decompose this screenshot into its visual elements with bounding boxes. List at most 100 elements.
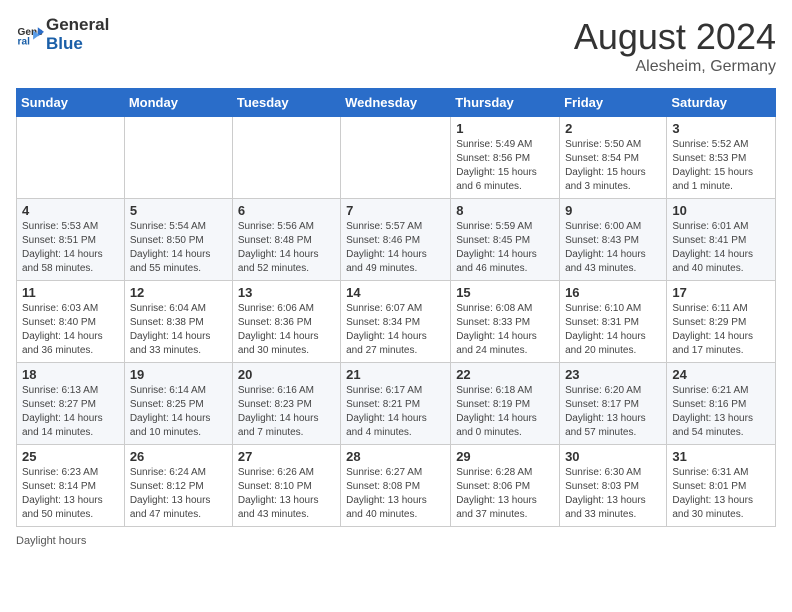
day-number: 17 <box>672 285 770 300</box>
day-number: 16 <box>565 285 661 300</box>
calendar-cell: 23 Sunrise: 6:20 AMSunset: 8:17 PMDayligh… <box>560 363 667 445</box>
calendar-week-row: 18Sunrise: 6:13 AMSunset: 8:27 PMDayligh… <box>17 363 776 445</box>
day-info: Sunrise: 5:56 AMSunset: 8:48 PMDaylight:… <box>238 220 335 276</box>
calendar-cell: 2Sunrise: 5:50 AMSunset: 8:54 PMDaylight… <box>560 117 667 199</box>
day-info: Sunrise: 6:28 AMSunset: 8:06 PMDaylight:… <box>456 466 554 522</box>
day-number: 25 <box>22 449 119 464</box>
day-number: 3 <box>672 121 770 136</box>
day-number: 29 <box>456 449 554 464</box>
day-info: Sunrise: 6:24 AMSunset: 8:12 PMDaylight:… <box>130 466 227 522</box>
calendar-table: SundayMondayTuesdayWednesdayThursdayFrid… <box>16 88 776 527</box>
calendar-cell: 5 Sunrise: 5:54 AMSunset: 8:50 PMDaylight… <box>124 199 232 281</box>
day-info: Sunrise: 6:17 AMSunset: 8:21 PMDaylight:… <box>346 384 445 440</box>
day-info: Sunrise: 6:07 AMSunset: 8:34 PMDaylight:… <box>346 302 445 358</box>
calendar-header-row: SundayMondayTuesdayWednesdayThursdayFrid… <box>17 89 776 117</box>
day-number: 9 <box>565 203 661 218</box>
day-number: 8 <box>456 203 554 218</box>
calendar-cell: 6 Sunrise: 5:56 AMSunset: 8:48 PMDaylight… <box>232 199 340 281</box>
calendar-cell: 11 Sunrise: 6:03 AMSunset: 8:40 PMDayligh… <box>17 281 125 363</box>
calendar-cell: 27 Sunrise: 6:26 AMSunset: 8:10 PMDayligh… <box>232 445 340 527</box>
calendar-day-header: Monday <box>124 89 232 117</box>
calendar-week-row: 4 Sunrise: 5:53 AMSunset: 8:51 PMDaylight… <box>17 199 776 281</box>
calendar-day-header: Tuesday <box>232 89 340 117</box>
calendar-cell: 3 Sunrise: 5:52 AMSunset: 8:53 PMDaylight… <box>667 117 776 199</box>
day-info: Sunrise: 6:03 AMSunset: 8:40 PMDaylight:… <box>22 302 119 358</box>
day-info: Sunrise: 6:10 AMSunset: 8:31 PMDaylight:… <box>565 302 661 358</box>
day-info: Sunrise: 5:53 AMSunset: 8:51 PMDaylight:… <box>22 220 119 276</box>
calendar-cell: 18Sunrise: 6:13 AMSunset: 8:27 PMDayligh… <box>17 363 125 445</box>
day-number: 15 <box>456 285 554 300</box>
day-number: 6 <box>238 203 335 218</box>
calendar-cell: 30 Sunrise: 6:30 AMSunset: 8:03 PMDayligh… <box>560 445 667 527</box>
calendar-cell: 10 Sunrise: 6:01 AMSunset: 8:41 PMDayligh… <box>667 199 776 281</box>
title-block: August 2024 Alesheim, Germany <box>574 16 776 76</box>
calendar-cell: 8Sunrise: 5:59 AMSunset: 8:45 PMDaylight… <box>451 199 560 281</box>
location: Alesheim, Germany <box>574 58 776 76</box>
day-number: 5 <box>130 203 227 218</box>
day-number: 2 <box>565 121 661 136</box>
day-number: 21 <box>346 367 445 382</box>
day-number: 4 <box>22 203 119 218</box>
day-info: Sunrise: 5:52 AMSunset: 8:53 PMDaylight:… <box>672 138 770 194</box>
calendar-week-row: 11 Sunrise: 6:03 AMSunset: 8:40 PMDayligh… <box>17 281 776 363</box>
day-info: Sunrise: 6:20 AMSunset: 8:17 PMDaylight:… <box>565 384 661 440</box>
day-number: 28 <box>346 449 445 464</box>
calendar-cell: 7Sunrise: 5:57 AMSunset: 8:46 PMDaylight… <box>341 199 451 281</box>
logo-icon: Gene ral <box>16 21 44 49</box>
day-info: Sunrise: 6:18 AMSunset: 8:19 PMDaylight:… <box>456 384 554 440</box>
calendar-cell: 26 Sunrise: 6:24 AMSunset: 8:12 PMDayligh… <box>124 445 232 527</box>
day-info: Sunrise: 6:08 AMSunset: 8:33 PMDaylight:… <box>456 302 554 358</box>
day-number: 24 <box>672 367 770 382</box>
day-info: Sunrise: 5:54 AMSunset: 8:50 PMDaylight:… <box>130 220 227 276</box>
calendar-cell <box>232 117 340 199</box>
day-info: Sunrise: 6:21 AMSunset: 8:16 PMDaylight:… <box>672 384 770 440</box>
calendar-day-header: Friday <box>560 89 667 117</box>
calendar-cell: 19 Sunrise: 6:14 AMSunset: 8:25 PMDayligh… <box>124 363 232 445</box>
day-number: 26 <box>130 449 227 464</box>
day-number: 31 <box>672 449 770 464</box>
day-info: Sunrise: 6:11 AMSunset: 8:29 PMDaylight:… <box>672 302 770 358</box>
calendar-cell: 24 Sunrise: 6:21 AMSunset: 8:16 PMDayligh… <box>667 363 776 445</box>
day-number: 12 <box>130 285 227 300</box>
calendar-cell: 16 Sunrise: 6:10 AMSunset: 8:31 PMDayligh… <box>560 281 667 363</box>
calendar-cell: 14Sunrise: 6:07 AMSunset: 8:34 PMDayligh… <box>341 281 451 363</box>
calendar-cell: 22 Sunrise: 6:18 AMSunset: 8:19 PMDayligh… <box>451 363 560 445</box>
day-number: 23 <box>565 367 661 382</box>
svg-text:ral: ral <box>18 36 31 47</box>
day-info: Sunrise: 6:01 AMSunset: 8:41 PMDaylight:… <box>672 220 770 276</box>
calendar-day-header: Sunday <box>17 89 125 117</box>
day-info: Sunrise: 6:00 AMSunset: 8:43 PMDaylight:… <box>565 220 661 276</box>
calendar-cell: 9 Sunrise: 6:00 AMSunset: 8:43 PMDaylight… <box>560 199 667 281</box>
calendar-day-header: Wednesday <box>341 89 451 117</box>
calendar-cell: 17 Sunrise: 6:11 AMSunset: 8:29 PMDayligh… <box>667 281 776 363</box>
calendar-week-row: 1Sunrise: 5:49 AMSunset: 8:56 PMDaylight… <box>17 117 776 199</box>
day-info: Sunrise: 6:16 AMSunset: 8:23 PMDaylight:… <box>238 384 335 440</box>
calendar-cell: 13 Sunrise: 6:06 AMSunset: 8:36 PMDayligh… <box>232 281 340 363</box>
day-info: Sunrise: 6:30 AMSunset: 8:03 PMDaylight:… <box>565 466 661 522</box>
logo-general: General <box>46 15 109 34</box>
footer-note: Daylight hours <box>16 535 776 547</box>
day-number: 27 <box>238 449 335 464</box>
day-number: 18 <box>22 367 119 382</box>
day-number: 22 <box>456 367 554 382</box>
day-info: Sunrise: 6:14 AMSunset: 8:25 PMDaylight:… <box>130 384 227 440</box>
calendar-cell: 28 Sunrise: 6:27 AMSunset: 8:08 PMDayligh… <box>341 445 451 527</box>
day-number: 19 <box>130 367 227 382</box>
day-number: 30 <box>565 449 661 464</box>
calendar-cell: 4 Sunrise: 5:53 AMSunset: 8:51 PMDaylight… <box>17 199 125 281</box>
logo: Gene ral General Blue <box>16 16 109 53</box>
calendar-cell: 31Sunrise: 6:31 AMSunset: 8:01 PMDayligh… <box>667 445 776 527</box>
day-info: Sunrise: 6:06 AMSunset: 8:36 PMDaylight:… <box>238 302 335 358</box>
calendar-cell <box>17 117 125 199</box>
calendar-cell: 15 Sunrise: 6:08 AMSunset: 8:33 PMDayligh… <box>451 281 560 363</box>
day-info: Sunrise: 6:26 AMSunset: 8:10 PMDaylight:… <box>238 466 335 522</box>
day-info: Sunrise: 5:57 AMSunset: 8:46 PMDaylight:… <box>346 220 445 276</box>
day-number: 10 <box>672 203 770 218</box>
day-info: Sunrise: 6:23 AMSunset: 8:14 PMDaylight:… <box>22 466 119 522</box>
day-number: 13 <box>238 285 335 300</box>
calendar-cell: 20Sunrise: 6:16 AMSunset: 8:23 PMDayligh… <box>232 363 340 445</box>
day-info: Sunrise: 6:27 AMSunset: 8:08 PMDaylight:… <box>346 466 445 522</box>
calendar-cell <box>341 117 451 199</box>
day-number: 11 <box>22 285 119 300</box>
calendar-cell <box>124 117 232 199</box>
